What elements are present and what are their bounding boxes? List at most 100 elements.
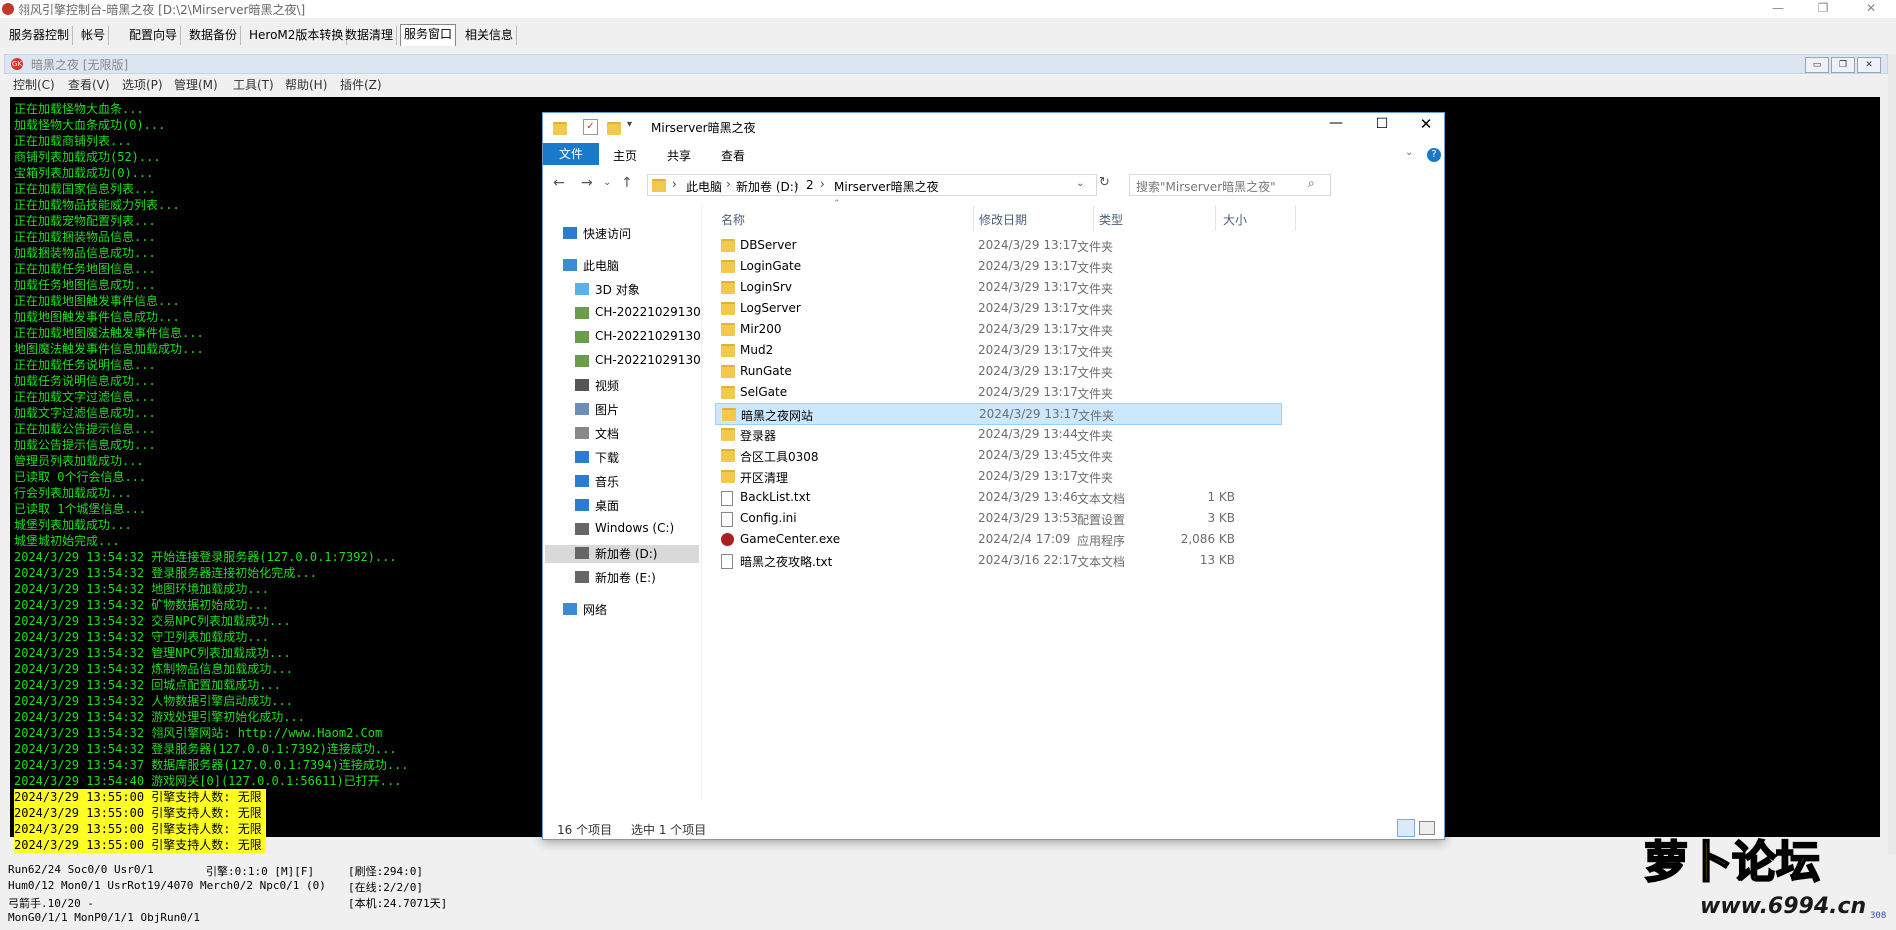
file-row[interactable]: 合区工具0308 2024/3/29 13:45 文件夹 <box>715 445 1280 465</box>
file-row[interactable]: LogServer 2024/3/29 13:17 文件夹 <box>715 298 1280 318</box>
file-date: 2024/3/29 13:17 <box>978 280 1078 294</box>
file-explorer-window: ✓ ▾ Mirserver暗黑之夜 — ☐ ✕ 文件 主页 共享 查看 ⌄ ? … <box>542 112 1445 840</box>
tab-herom2-convert[interactable]: HeroM2版本转换 <box>246 26 348 45</box>
gk-logo-icon: GK <box>11 58 23 70</box>
file-name: 合区工具0308 <box>740 450 819 464</box>
file-date: 2024/3/29 13:17 <box>978 343 1078 357</box>
file-date: 2024/3/29 13:17 <box>978 469 1078 483</box>
tab-server-control[interactable]: 服务器控制 <box>6 26 74 45</box>
console-line: 正在加载文字过滤信息... <box>14 390 156 404</box>
console-line: 2024/3/29 13:54:32 登录服务器(127.0.0.1:7392)… <box>14 742 397 756</box>
child-minimize-icon[interactable]: ▭ <box>1805 57 1829 73</box>
main-tab-bar: 服务器控制 帐号 配置向导 数据备份 HeroM2版本转换 数据清理 服务窗口 … <box>0 24 1896 46</box>
console-line: 2024/3/29 13:54:32 翎风引擎网站: http://www.Ha… <box>14 726 383 740</box>
status-online: [在线:2/2/0] <box>348 881 423 894</box>
menu-plugins[interactable]: 插件(Z) <box>340 76 382 93</box>
file-row[interactable]: LoginSrv 2024/3/29 13:17 文件夹 <box>715 277 1280 297</box>
folder-icon <box>721 302 735 315</box>
console-line: 2024/3/29 13:54:32 炼制物品信息加载成功... <box>14 662 293 676</box>
file-name: LoginGate <box>740 259 802 273</box>
file-type: 文件夹 <box>1077 450 1114 464</box>
console-line: 正在加载国家信息列表... <box>14 182 156 196</box>
tab-config-wizard[interactable]: 配置向导 <box>126 26 182 45</box>
console-line: 已读取 1个城堡信息... <box>14 502 147 516</box>
file-type: 文件夹 <box>1077 387 1114 401</box>
console-line: 加载文字过滤信息成功... <box>14 406 156 420</box>
console-highlight-line: 2024/3/29 13:55:00 引擎支持人数: 无限 <box>14 805 266 821</box>
file-row[interactable]: DBServer 2024/3/29 13:17 文件夹 <box>715 235 1280 255</box>
console-line: 加载公告提示信息成功... <box>14 438 156 452</box>
large-icons-view-icon[interactable] <box>1419 821 1435 835</box>
file-row[interactable]: Mud2 2024/3/29 13:17 文件夹 <box>715 340 1280 360</box>
menu-control[interactable]: 控制(C) <box>13 76 55 93</box>
console-highlight-line: 2024/3/29 13:55:00 引擎支持人数: 无限 <box>14 821 266 837</box>
ini-file-icon <box>721 512 733 527</box>
file-row[interactable]: BackList.txt 2024/3/29 13:46 文本文档 1 KB <box>715 487 1280 507</box>
folder-icon <box>721 239 735 252</box>
tab-data-cleanup[interactable]: 数据清理 <box>342 26 398 45</box>
menu-help[interactable]: 帮助(H) <box>285 76 327 93</box>
file-name: LogServer <box>740 301 801 315</box>
file-row[interactable]: Config.ini 2024/3/29 13:53 配置设置 3 KB <box>715 508 1280 528</box>
console-line: 加载地图触发事件信息成功... <box>14 310 180 324</box>
file-row[interactable]: Mir200 2024/3/29 13:17 文件夹 <box>715 319 1280 339</box>
tab-data-backup[interactable]: 数据备份 <box>186 26 242 45</box>
folder-icon <box>721 281 735 294</box>
file-type: 文本文档 <box>1077 555 1126 569</box>
minimize-icon[interactable]: — <box>1755 0 1801 18</box>
console-line: 2024/3/29 13:54:32 管理NPC列表加载成功... <box>14 646 291 660</box>
folder-icon <box>721 260 735 273</box>
console-line: 正在加载地图魔法触发事件信息... <box>14 326 204 340</box>
console-line: 2024/3/29 13:54:32 矿物数据初始成功... <box>14 598 269 612</box>
close-icon[interactable]: ✕ <box>1848 0 1894 18</box>
menu-options[interactable]: 选项(P) <box>122 76 163 93</box>
file-name: 暗黑之夜攻略.txt <box>740 555 833 569</box>
text-file-icon <box>721 491 733 506</box>
folder-icon <box>721 386 735 399</box>
status-run: Run62/24 Soc0/0 Usr0/1 <box>8 863 154 876</box>
menu-manage[interactable]: 管理(M) <box>174 76 218 93</box>
file-name: DBServer <box>740 238 797 252</box>
tab-account[interactable]: 帐号 <box>78 26 110 45</box>
file-row[interactable]: SelGate 2024/3/29 13:17 文件夹 <box>715 382 1280 402</box>
file-type: 文本文档 <box>1077 492 1126 506</box>
file-type: 文件夹 <box>1077 429 1114 443</box>
selected-count: 选中 1 个项目 <box>631 823 707 837</box>
folder-icon <box>721 344 735 357</box>
child-window-title-bar: GK 暗黑之夜 [无限版] ▭ ❐ ✕ <box>4 54 1888 74</box>
console-line: 地图魔法触发事件信息加载成功... <box>14 342 204 356</box>
file-date: 2024/3/29 13:53 <box>978 511 1078 525</box>
console-line: 2024/3/29 13:54:32 游戏处理引擎初始化成功... <box>14 710 305 724</box>
console-line: 加载任务地图信息成功... <box>14 278 156 292</box>
watermark-logo-text: 萝卜论坛 <box>1643 836 1821 889</box>
status-local-uptime: [本机:24.7071天] <box>348 897 448 910</box>
child-close-icon[interactable]: ✕ <box>1857 57 1881 73</box>
file-row[interactable]: LoginGate 2024/3/29 13:17 文件夹 <box>715 256 1280 276</box>
console-line: 城堡列表加载成功... <box>14 518 132 532</box>
menu-tools[interactable]: 工具(T) <box>233 76 274 93</box>
details-view-icon[interactable] <box>1397 819 1415 837</box>
file-row[interactable]: 开区清理 2024/3/29 13:17 文件夹 <box>715 466 1280 486</box>
file-name: 登录器 <box>740 429 777 443</box>
console-line: 正在加载宠物配置列表... <box>14 214 156 228</box>
file-row[interactable]: 暗黑之夜攻略.txt 2024/3/16 22:17 文本文档 13 KB <box>715 550 1280 570</box>
file-row[interactable]: 暗黑之夜网站 2024/3/29 13:17 文件夹 <box>715 403 1282 425</box>
child-window-title: 暗黑之夜 [无限版] <box>31 58 129 72</box>
restore-icon[interactable]: ❐ <box>1800 0 1846 18</box>
console-line: 正在加载商铺列表... <box>14 134 132 148</box>
tab-service-window[interactable]: 服务窗口 <box>400 24 457 46</box>
file-row[interactable]: 登录器 2024/3/29 13:44 文件夹 <box>715 424 1280 444</box>
console-line: 2024/3/29 13:54:32 开始连接登录服务器(127.0.0.1:7… <box>14 550 397 564</box>
menu-view[interactable]: 查看(V) <box>68 76 110 93</box>
tab-about[interactable]: 相关信息 <box>462 26 518 45</box>
folder-icon <box>722 408 736 421</box>
file-name: BackList.txt <box>740 490 811 504</box>
child-restore-icon[interactable]: ❐ <box>1831 57 1855 73</box>
child-menu-bar: 控制(C) 查看(V) 选项(P) 管理(M) 工具(T) 帮助(H) 插件(Z… <box>4 74 1886 94</box>
file-type: 配置设置 <box>1077 513 1126 527</box>
file-row[interactable]: GameCenter.exe 2024/2/4 17:09 应用程序 2,086 KB <box>715 529 1280 549</box>
file-size: 2,086 KB <box>1180 532 1235 546</box>
file-date: 2024/3/29 13:17 <box>978 301 1078 315</box>
vertical-scrollbar[interactable] <box>1888 54 1896 854</box>
file-row[interactable]: RunGate 2024/3/29 13:17 文件夹 <box>715 361 1280 381</box>
